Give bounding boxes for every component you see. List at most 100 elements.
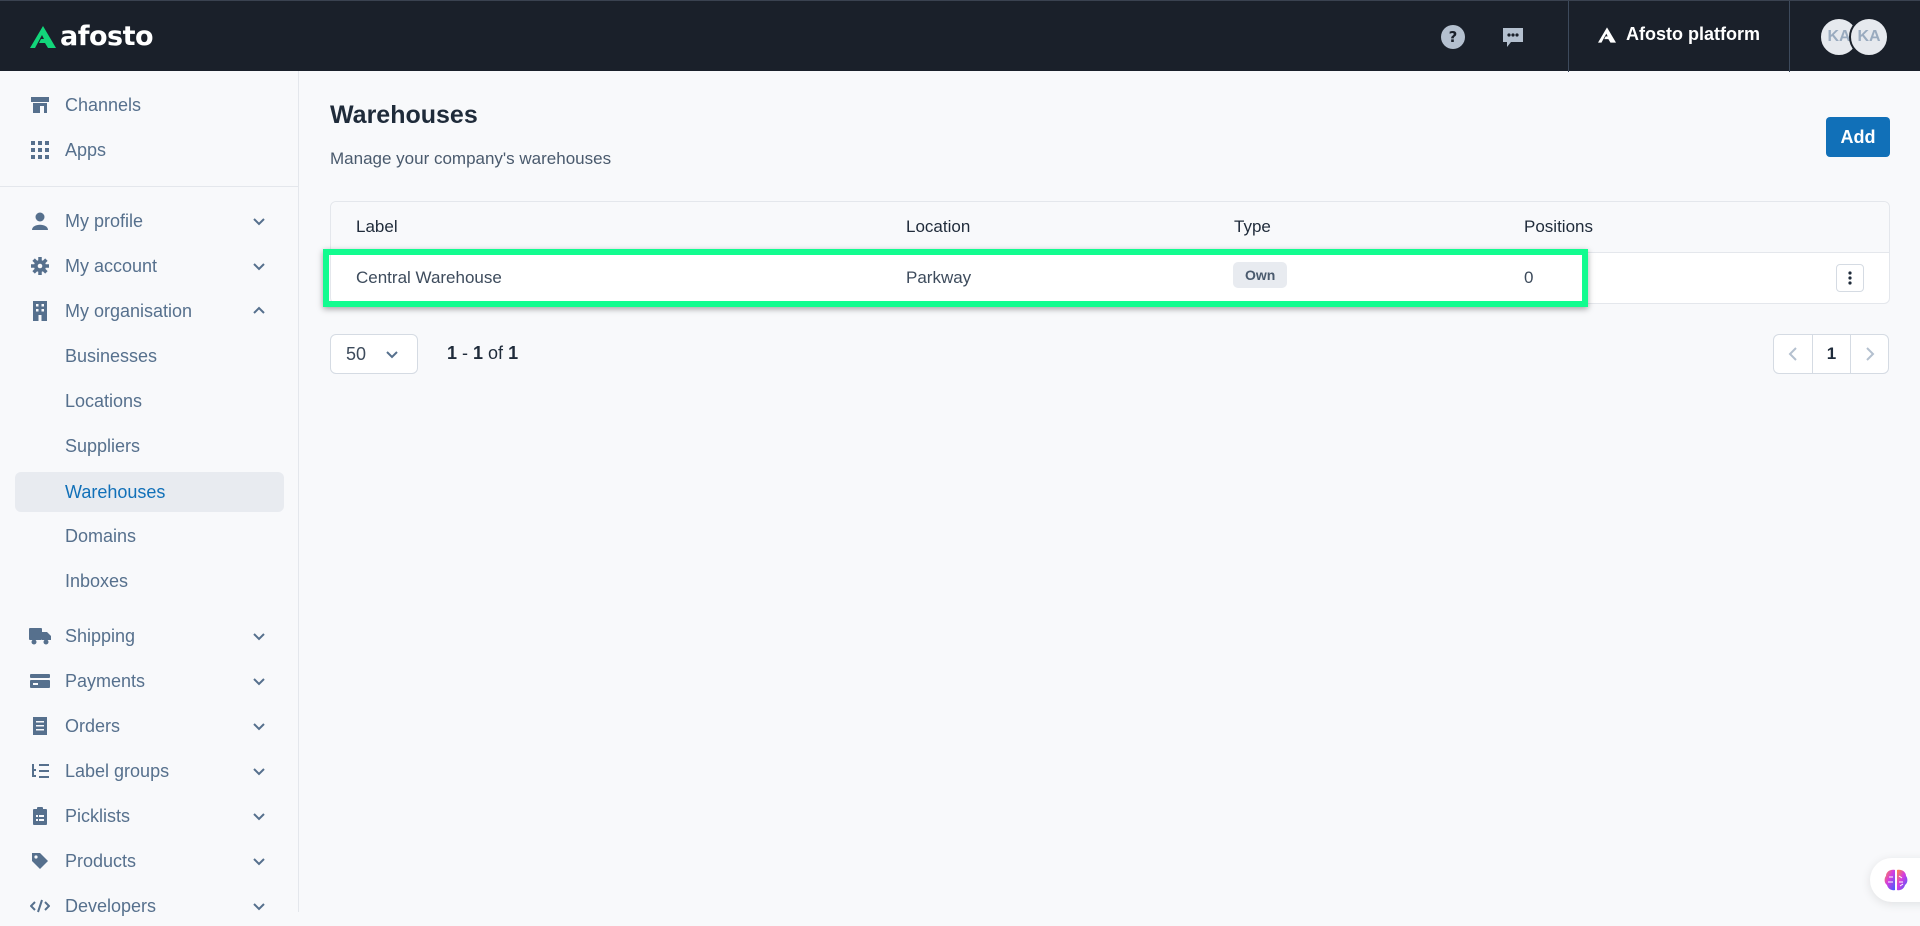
sidebar-item-payments[interactable]: Payments [15,661,284,701]
avatar[interactable]: KA [1849,17,1889,57]
ai-assistant-button[interactable] [1870,858,1920,902]
sidebar-item-picklists[interactable]: Picklists [15,796,284,836]
cell-label[interactable]: Central Warehouse [356,268,502,288]
user-icon [29,210,51,232]
sidebar-item-warehouses[interactable]: Warehouses [15,472,284,512]
chevron-down-icon [253,633,265,641]
sidebar-item-suppliers[interactable]: Suppliers [15,426,284,466]
sidebar-item-domains[interactable]: Domains [15,516,284,556]
range-end: 1 [473,343,484,363]
per-page-select[interactable]: 50 [330,334,418,374]
gear-icon [29,255,51,277]
next-page-button[interactable] [1850,335,1888,373]
store-icon [29,94,51,116]
sidebar-item-businesses[interactable]: Businesses [15,336,284,376]
sidebar-item-label: Developers [65,895,157,916]
chevron-down-icon [253,263,265,271]
topbar-divider [1568,1,1569,72]
tag-icon [29,850,51,872]
column-header-type[interactable]: Type [1234,217,1271,237]
sidebar-item-shipping[interactable]: Shipping [15,616,284,656]
platform-label: Afosto platform [1626,24,1760,44]
chat-button[interactable] [1500,24,1526,50]
chevron-down-icon [253,768,265,776]
afosto-logo-icon [30,25,56,48]
afosto-platform-icon [1598,26,1616,43]
sidebar-item-inboxes[interactable]: Inboxes [15,561,284,601]
sidebar-item-label: Picklists [65,805,131,826]
chevron-left-icon [1788,347,1797,361]
pagination: 1 [1773,334,1889,374]
list-tree-icon [29,760,51,782]
sidebar-item-label: My organisation [65,300,193,321]
range-of: of [488,343,504,363]
sidebar-item-label: Businesses [65,345,158,366]
more-vertical-icon [1848,271,1852,285]
sidebar-item-label: My profile [65,210,144,231]
prev-page-button[interactable] [1774,335,1812,373]
sidebar-item-products[interactable]: Products [15,841,284,881]
sidebar-item-label: Suppliers [65,435,141,456]
per-page-value: 50 [346,343,367,364]
sidebar-item-my-organisation[interactable]: My organisation [15,291,284,331]
row-actions-button[interactable] [1836,264,1864,292]
chevron-down-icon [253,218,265,226]
sidebar-item-label: Warehouses [65,481,166,502]
sidebar-item-label: Inboxes [65,570,129,591]
chevron-up-icon [253,306,265,314]
brain-icon [1884,869,1908,891]
sidebar-item-label-groups[interactable]: Label groups [15,751,284,791]
sidebar-item-apps[interactable]: Apps [15,130,284,170]
clipboard-list-icon [29,805,51,827]
platform-switcher[interactable]: Afosto platform [1598,24,1760,45]
add-warehouse-button[interactable]: Add [1826,117,1890,157]
truck-icon [29,625,51,647]
brand-name: afosto [60,21,154,52]
column-header-positions[interactable]: Positions [1524,217,1593,237]
cell-positions: 0 [1524,268,1534,287]
main-content: Warehouses Manage your company's warehou… [300,71,1920,912]
type-badge: Own [1233,262,1288,288]
sidebar-item-orders[interactable]: Orders [15,706,284,746]
sidebar-item-developers[interactable]: Developers [15,886,284,926]
receipt-icon [29,715,51,737]
pagination-range: 1 - 1 of 1 [447,343,519,363]
chevron-down-icon [253,858,265,866]
chat-bubble-icon [1503,28,1523,47]
sidebar-item-my-profile[interactable]: My profile [15,201,284,241]
topbar-divider [1789,1,1790,72]
code-icon [29,895,51,917]
column-header-location[interactable]: Location [906,217,970,237]
chevron-right-icon [1865,347,1874,361]
sidebar-item-locations[interactable]: Locations [15,381,284,421]
sidebar-item-label: Shipping [65,625,136,646]
top-bar: afosto ? Afosto platform KA KA [0,0,1920,72]
page-title: Warehouses [330,101,478,129]
sidebar-item-label: Channels [65,94,142,115]
brand-logo[interactable]: afosto [30,21,154,52]
sidebar-item-label: Label groups [65,760,170,781]
range-start: 1 [447,343,458,363]
table-header: Label Location Type Positions [331,202,1889,253]
column-header-label[interactable]: Label [356,217,398,237]
chevron-down-icon [253,723,265,731]
sidebar-item-my-account[interactable]: My account [15,246,284,286]
sidebar-item-label: Payments [65,670,146,691]
sidebar-item-label: Domains [65,525,137,546]
page-button[interactable]: 1 [1812,335,1850,373]
sidebar-divider [0,186,299,187]
sidebar-item-label: Apps [65,139,107,160]
sidebar-item-label: Orders [65,715,121,736]
warehouses-table: Label Location Type Positions Central Wa… [330,201,1890,304]
chevron-down-icon [253,903,265,911]
sidebar-item-label: Locations [65,390,143,411]
chevron-down-icon [253,678,265,686]
chevron-down-icon [386,351,398,359]
chevron-down-icon [253,813,265,821]
cell-location: Parkway [906,268,972,287]
help-button[interactable]: ? [1440,24,1466,50]
question-circle-icon: ? [1441,25,1465,49]
sidebar-item-channels[interactable]: Channels [15,85,284,125]
building-icon [29,300,51,322]
grid-icon [29,139,51,161]
